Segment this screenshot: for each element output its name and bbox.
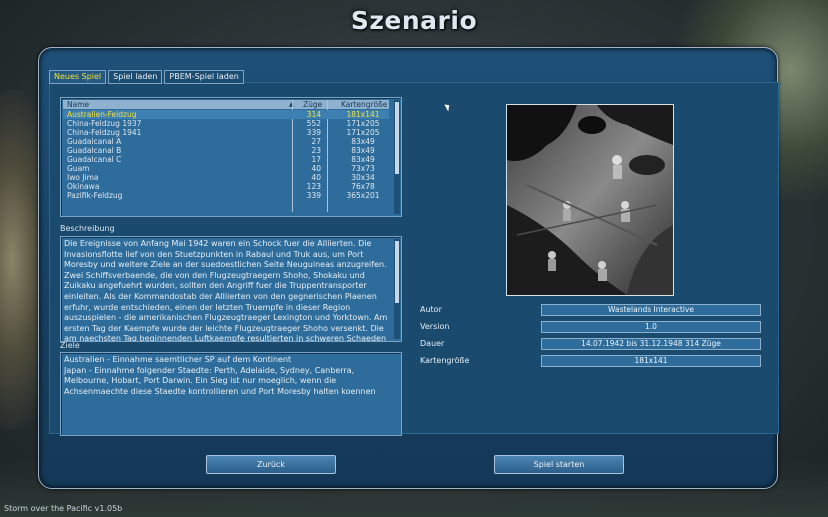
scenario-name: Australien-Feldzug xyxy=(67,110,137,119)
scrollbar-thumb[interactable] xyxy=(395,241,399,303)
scenario-moves: 123 xyxy=(306,182,321,191)
version-label: Version xyxy=(420,322,450,331)
description-text: Die Ereignisse von Anfang Mai 1942 waren… xyxy=(64,239,388,342)
scrollbar-thumb[interactable] xyxy=(395,102,399,174)
scenario-moves: 17 xyxy=(311,155,321,164)
scenario-moves: 27 xyxy=(311,137,321,146)
scenario-map-size: 171x205 xyxy=(346,128,380,137)
scenario-map-size: 83x49 xyxy=(351,155,375,164)
column-header-name[interactable]: Name xyxy=(67,100,89,109)
scenario-name: Okinawa xyxy=(67,182,100,191)
start-game-button[interactable]: Spiel starten xyxy=(494,455,624,474)
goals-box[interactable]: Australien - Einnahme saemtlicher SP auf… xyxy=(60,352,402,436)
map-size-label: Kartengröße xyxy=(420,356,470,365)
list-body: Australien-Feldzug 314 181x141 China-Fel… xyxy=(63,110,389,200)
scenario-map-size: 30x34 xyxy=(351,173,375,182)
scenario-name: Guadalcanal B xyxy=(67,146,122,155)
list-item[interactable]: Iwo Jima 40 30x34 xyxy=(63,173,389,182)
scenario-moves: 339 xyxy=(306,128,321,137)
duration-label: Dauer xyxy=(420,339,445,348)
version-text: Storm over the Pacific v1.05b xyxy=(4,504,123,513)
version-value: 1.0 xyxy=(541,321,761,333)
scenario-map-size: 83x49 xyxy=(351,137,375,146)
map-size-value: 181x141 xyxy=(541,355,761,367)
scenario-list[interactable]: Name ▲ Züge Kartengröße Australien-Feldz… xyxy=(60,97,402,217)
scenario-map-size: 181x141 xyxy=(346,110,380,119)
scenario-moves: 40 xyxy=(311,164,321,173)
scenario-moves: 314 xyxy=(306,110,321,119)
tab-bar: Neues Spiel Spiel laden PBEM-Spiel laden xyxy=(49,70,246,84)
list-item[interactable]: Australien-Feldzug 314 181x141 xyxy=(63,110,389,119)
page-title: Szenario xyxy=(350,6,478,35)
tab-load-pbem-game[interactable]: PBEM-Spiel laden xyxy=(164,70,244,84)
list-item[interactable]: Guam 40 73x73 xyxy=(63,164,389,173)
scenario-map-size: 73x73 xyxy=(351,164,375,173)
duration-value: 14.07.1942 bis 31.12.1948 314 Züge xyxy=(541,338,761,350)
scenario-name: Pazifik-Feldzug xyxy=(67,191,123,200)
scenario-moves: 40 xyxy=(311,173,321,182)
tab-load-game[interactable]: Spiel laden xyxy=(108,70,163,84)
scenario-name: China-Feldzug 1937 xyxy=(67,119,142,128)
column-header-map-size[interactable]: Kartengröße xyxy=(341,100,387,109)
list-item[interactable]: Pazifik-Feldzug 339 365x201 xyxy=(63,191,389,200)
description-box[interactable]: Die Ereignisse von Anfang Mai 1942 waren… xyxy=(60,236,402,342)
scenario-map-size: 83x49 xyxy=(351,146,375,155)
list-scrollbar[interactable] xyxy=(394,100,400,214)
scenario-name: China-Feldzug 1941 xyxy=(67,128,142,137)
scenario-moves: 552 xyxy=(306,119,321,128)
description-label: Beschreibung xyxy=(60,224,115,233)
scenario-name: Guadalcanal C xyxy=(67,155,122,164)
scenario-name: Iwo Jima xyxy=(67,173,99,182)
scenario-image xyxy=(506,104,674,296)
description-scrollbar[interactable] xyxy=(394,239,400,339)
back-button[interactable]: Zurück xyxy=(206,455,336,474)
scenario-map-size: 76x78 xyxy=(351,182,375,191)
goals-label: Ziele xyxy=(60,341,80,350)
list-item[interactable]: Okinawa 123 76x78 xyxy=(63,182,389,191)
author-value: Wastelands Interactive xyxy=(541,304,761,316)
scenario-moves: 339 xyxy=(306,191,321,200)
scenario-name: Guam xyxy=(67,164,90,173)
scenario-name: Guadalcanal A xyxy=(67,137,122,146)
scenario-map-size: 171x205 xyxy=(346,119,380,128)
list-header: Name ▲ Züge Kartengröße xyxy=(63,100,389,109)
author-label: Autor xyxy=(420,305,442,314)
column-header-moves[interactable]: Züge xyxy=(303,100,322,109)
list-item[interactable]: Guadalcanal B 23 83x49 xyxy=(63,146,389,155)
list-item[interactable]: China-Feldzug 1941 339 171x205 xyxy=(63,128,389,137)
list-item[interactable]: Guadalcanal A 27 83x49 xyxy=(63,137,389,146)
scenario-map-size: 365x201 xyxy=(346,191,380,200)
tab-new-game[interactable]: Neues Spiel xyxy=(49,70,107,84)
goals-text: Australien - Einnahme saemtlicher SP auf… xyxy=(64,355,376,396)
list-item[interactable]: Guadalcanal C 17 83x49 xyxy=(63,155,389,164)
list-item[interactable]: China-Feldzug 1937 552 171x205 xyxy=(63,119,389,128)
scenario-moves: 23 xyxy=(311,146,321,155)
